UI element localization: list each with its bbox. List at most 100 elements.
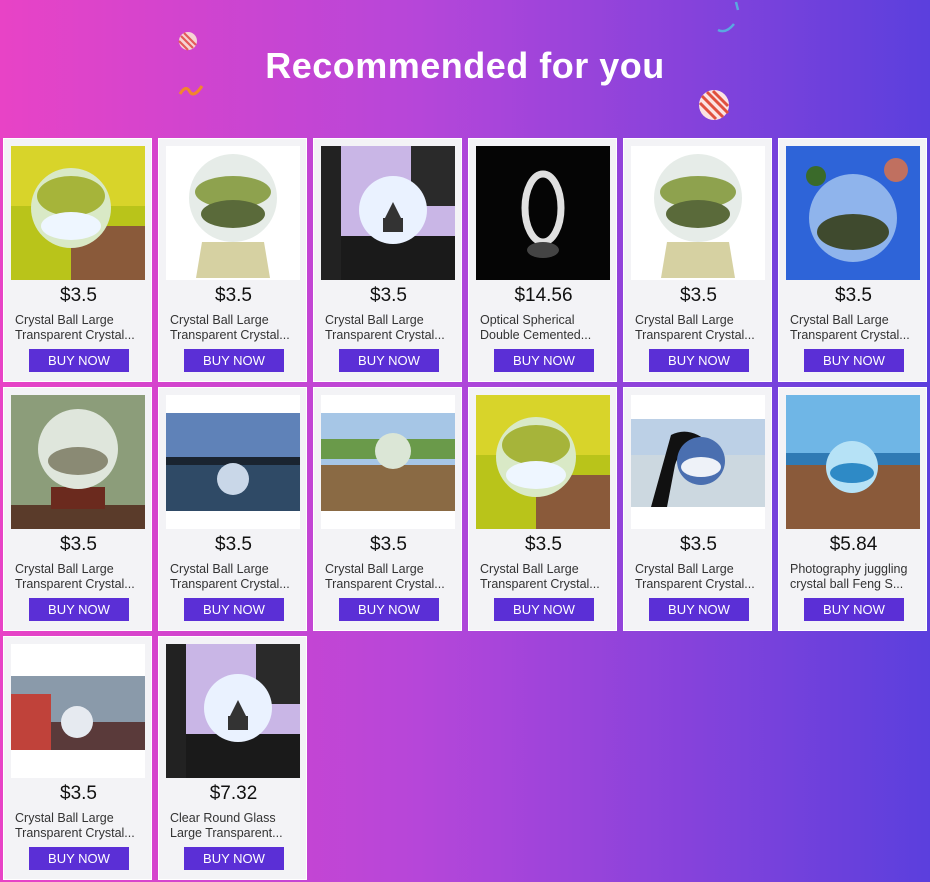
product-image[interactable] [166, 644, 300, 778]
product-price: $3.5 [215, 534, 252, 555]
product-name-line: Transparent Crystal... [15, 577, 135, 591]
product-name[interactable]: Crystal Ball Large Transparent Crystal... [325, 562, 455, 592]
product-image[interactable] [631, 395, 765, 529]
product-name-line: Crystal Ball Large [635, 562, 734, 576]
buy-now-button[interactable]: BUY NOW [804, 598, 904, 621]
product-name[interactable]: Crystal Ball Large Transparent Crystal... [635, 562, 765, 592]
product-image[interactable] [786, 395, 920, 529]
product-card[interactable]: $7.32 Clear Round Glass Large Transparent.… [158, 636, 307, 880]
buy-now-button[interactable]: BUY NOW [339, 598, 439, 621]
product-price: $3.5 [215, 285, 252, 306]
product-name-line: Crystal Ball Large [325, 562, 424, 576]
product-price: $3.5 [60, 783, 97, 804]
product-card[interactable]: $3.5 Crystal Ball Large Transparent Crysta… [3, 636, 152, 880]
product-name[interactable]: Crystal Ball Large Transparent Crystal... [15, 811, 145, 841]
striped-ball-large-icon [698, 89, 730, 121]
product-name-line: Crystal Ball Large [325, 313, 424, 327]
product-name-line: Transparent Crystal... [325, 328, 445, 342]
product-image[interactable] [11, 644, 145, 778]
product-name-line: Crystal Ball Large [170, 562, 269, 576]
product-name[interactable]: Crystal Ball Large Transparent Crystal... [480, 562, 610, 592]
product-card[interactable]: $3.5 Crystal Ball Large Transparent Crysta… [623, 138, 772, 382]
product-price: $5.84 [829, 534, 878, 555]
product-image[interactable] [321, 146, 455, 280]
buy-now-button[interactable]: BUY NOW [184, 349, 284, 372]
product-price: $7.32 [209, 783, 258, 804]
product-image[interactable] [631, 146, 765, 280]
buy-now-button[interactable]: BUY NOW [649, 598, 749, 621]
product-price: $14.56 [514, 285, 573, 306]
product-price: $3.5 [370, 534, 407, 555]
product-image[interactable] [786, 146, 920, 280]
streamer-blue-icon [717, 1, 740, 33]
product-name-line: Transparent Crystal... [635, 328, 755, 342]
product-image[interactable] [321, 395, 455, 529]
product-name-line: Transparent Crystal... [15, 826, 135, 840]
product-name[interactable]: Crystal Ball Large Transparent Crystal... [635, 313, 765, 343]
product-name-line: Crystal Ball Large [15, 313, 114, 327]
product-card[interactable]: $3.5 Crystal Ball Large Transparent Crysta… [623, 387, 772, 631]
product-name-line: crystal ball Feng S... [790, 577, 904, 591]
product-name[interactable]: Crystal Ball Large Transparent Crystal... [15, 313, 145, 343]
product-card[interactable]: $3.5 Crystal Ball Large Transparent Crysta… [313, 138, 462, 382]
buy-now-button[interactable]: BUY NOW [184, 598, 284, 621]
product-card[interactable]: $3.5 Crystal Ball Large Transparent Crysta… [778, 138, 927, 382]
product-name-line: Transparent Crystal... [170, 577, 290, 591]
product-name-line: Photography juggling [790, 562, 908, 576]
product-image[interactable] [11, 146, 145, 280]
product-name-line: Transparent Crystal... [170, 328, 290, 342]
product-price: $3.5 [680, 534, 717, 555]
product-name-line: Double Cemented... [480, 328, 592, 342]
product-card[interactable]: $3.5 Crystal Ball Large Transparent Crysta… [313, 387, 462, 631]
product-name-line: Crystal Ball Large [480, 562, 579, 576]
product-name-line: Crystal Ball Large [790, 313, 889, 327]
buy-now-button[interactable]: BUY NOW [29, 598, 129, 621]
page-title: Recommended for you [265, 45, 665, 86]
product-card[interactable]: $3.5 Crystal Ball Large Transparent Crysta… [3, 387, 152, 631]
product-card[interactable]: $3.5 Crystal Ball Large Transparent Crysta… [3, 138, 152, 382]
buy-now-button[interactable]: BUY NOW [494, 349, 594, 372]
product-image[interactable] [476, 146, 610, 280]
product-name[interactable]: Crystal Ball Large Transparent Crystal... [325, 313, 455, 343]
product-card[interactable]: $3.5 Crystal Ball Large Transparent Crysta… [468, 387, 617, 631]
product-name[interactable]: Clear Round Glass Large Transparent... [170, 811, 300, 841]
product-name-line: Transparent Crystal... [480, 577, 600, 591]
product-card[interactable]: $14.56 Optical Spherical Double Cemented..… [468, 138, 617, 382]
product-price: $3.5 [680, 285, 717, 306]
product-name-line: Crystal Ball Large [15, 811, 114, 825]
buy-now-button[interactable]: BUY NOW [29, 847, 129, 870]
product-name-line: Transparent Crystal... [325, 577, 445, 591]
product-price: $3.5 [60, 534, 97, 555]
buy-now-button[interactable]: BUY NOW [339, 349, 439, 372]
product-card[interactable]: $3.5 Crystal Ball Large Transparent Crysta… [158, 138, 307, 382]
product-card[interactable]: $3.5 Crystal Ball Large Transparent Crysta… [158, 387, 307, 631]
product-name-line: Crystal Ball Large [635, 313, 734, 327]
product-name[interactable]: Photography juggling crystal ball Feng S.… [790, 562, 920, 592]
product-name-line: Transparent Crystal... [15, 328, 135, 342]
product-price: $3.5 [835, 285, 872, 306]
product-name-line: Clear Round Glass [170, 811, 276, 825]
product-image[interactable] [166, 395, 300, 529]
product-image[interactable] [166, 146, 300, 280]
buy-now-button[interactable]: BUY NOW [184, 847, 284, 870]
product-image[interactable] [476, 395, 610, 529]
product-name-line: Crystal Ball Large [15, 562, 114, 576]
product-name-line: Optical Spherical [480, 313, 575, 327]
buy-now-button[interactable]: BUY NOW [649, 349, 749, 372]
product-card[interactable]: $5.84 Photography juggling crystal ball Fe… [778, 387, 927, 631]
product-image[interactable] [11, 395, 145, 529]
header: Recommended for you [0, 0, 930, 138]
product-name-line: Transparent Crystal... [790, 328, 910, 342]
product-name[interactable]: Optical Spherical Double Cemented... [480, 313, 610, 343]
product-name-line: Large Transparent... [170, 826, 283, 840]
product-name-line: Crystal Ball Large [170, 313, 269, 327]
product-name[interactable]: Crystal Ball Large Transparent Crystal... [790, 313, 920, 343]
product-name[interactable]: Crystal Ball Large Transparent Crystal... [170, 562, 300, 592]
buy-now-button[interactable]: BUY NOW [804, 349, 904, 372]
buy-now-button[interactable]: BUY NOW [29, 349, 129, 372]
product-name[interactable]: Crystal Ball Large Transparent Crystal... [15, 562, 145, 592]
product-name[interactable]: Crystal Ball Large Transparent Crystal... [170, 313, 300, 343]
buy-now-button[interactable]: BUY NOW [494, 598, 594, 621]
product-price: $3.5 [525, 534, 562, 555]
product-price: $3.5 [370, 285, 407, 306]
